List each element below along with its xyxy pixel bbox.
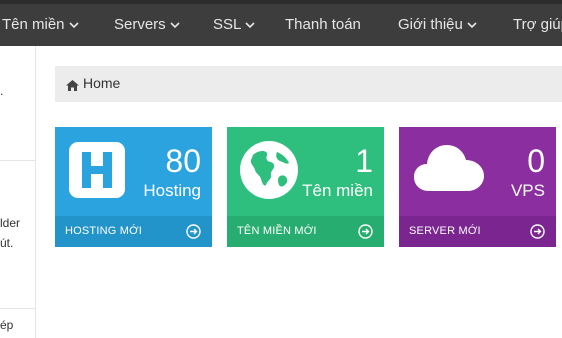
- sidebar-text-line2: út.: [0, 236, 14, 250]
- cloud-icon: [413, 141, 485, 198]
- new-domain-link[interactable]: TÊN MIỀN MỚI: [237, 225, 317, 237]
- arrow-circle-right-icon[interactable]: [358, 224, 373, 244]
- chevron-down-icon: [467, 21, 477, 29]
- nav-billing[interactable]: Thanh toán: [285, 4, 361, 46]
- hosting-tile-footer[interactable]: HOSTING MỚI: [55, 216, 212, 247]
- arrow-circle-right-icon[interactable]: [186, 224, 201, 244]
- breadcrumb: Home: [55, 66, 562, 102]
- hosting-tile[interactable]: 80 Hosting HOSTING MỚI: [55, 127, 212, 247]
- vps-label: VPS: [510, 181, 545, 200]
- home-icon[interactable]: [66, 78, 79, 96]
- sidebar-dot: .: [0, 84, 4, 98]
- nav-billing-label: Thanh toán: [285, 16, 361, 33]
- sidebar-text-line1: lder: [0, 216, 21, 230]
- domains-tile[interactable]: 1 Tên miền TÊN MIỀN MỚI: [227, 127, 384, 247]
- arrow-circle-right-icon[interactable]: [530, 224, 545, 244]
- globe-icon: [239, 140, 299, 205]
- sidebar-text-line3: ép: [0, 318, 14, 332]
- sidebar-panel: . lder út. ép: [0, 46, 36, 338]
- vps-count: 0: [527, 143, 545, 179]
- chevron-down-icon: [170, 21, 180, 29]
- vps-tile-body: 0 VPS: [399, 127, 556, 216]
- vps-tile[interactable]: 0 VPS SERVER MỚI: [399, 127, 556, 247]
- domains-label: Tên miền: [302, 181, 373, 200]
- hosting-tile-body: 80 Hosting: [55, 127, 212, 216]
- nav-support-label: Trợ giúp: [513, 16, 562, 33]
- breadcrumb-home-link[interactable]: Home: [83, 75, 120, 91]
- top-navbar: Tên miền Servers SSL Thanh toán Giới thi…: [0, 0, 562, 46]
- hosting-count: 80: [165, 143, 201, 179]
- new-server-link[interactable]: SERVER MỚI: [409, 225, 481, 237]
- vps-tile-footer[interactable]: SERVER MỚI: [399, 216, 556, 247]
- sidebar-divider: [0, 308, 35, 309]
- nav-servers-label: Servers: [114, 16, 166, 33]
- new-hosting-link[interactable]: HOSTING MỚI: [65, 225, 142, 237]
- nav-about-label: Giới thiệu: [398, 16, 463, 33]
- hosting-label: Hosting: [143, 181, 201, 200]
- nav-domains[interactable]: Tên miền: [2, 4, 79, 46]
- domains-tile-footer[interactable]: TÊN MIỀN MỚI: [227, 216, 384, 247]
- nav-ssl-label: SSL: [213, 16, 242, 33]
- hosting-h-icon: [67, 140, 127, 205]
- nav-servers[interactable]: Servers: [114, 4, 180, 46]
- chevron-down-icon: [68, 21, 79, 29]
- nav-domains-label: Tên miền: [2, 16, 65, 33]
- sidebar-divider: [0, 160, 35, 161]
- domains-tile-body: 1 Tên miền: [227, 127, 384, 216]
- nav-about[interactable]: Giới thiệu: [398, 4, 477, 46]
- domains-count: 1: [355, 143, 373, 179]
- nav-ssl[interactable]: SSL: [213, 4, 255, 46]
- chevron-down-icon: [245, 21, 255, 29]
- nav-support[interactable]: Trợ giúp: [513, 4, 562, 46]
